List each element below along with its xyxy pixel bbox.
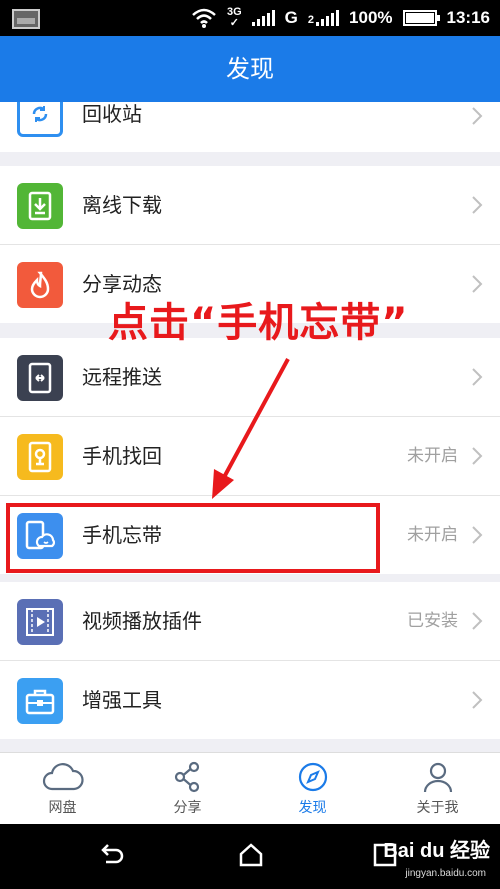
- cloud-icon: [42, 763, 84, 791]
- bottom-nav: 网盘 分享 发现 关于我: [0, 752, 500, 824]
- status-bar: 3G ✓ G 2 100% 13:16: [0, 0, 500, 36]
- network-3g-indicator: 3G ✓: [226, 6, 242, 29]
- signal-icon-2: [316, 10, 340, 26]
- clock: 13:16: [446, 8, 490, 27]
- chevron-right-icon: [472, 275, 483, 293]
- video-play-icon: [17, 599, 63, 645]
- user-icon: [423, 762, 452, 793]
- chevron-right-icon: [472, 107, 483, 125]
- nav-tab-netdisk[interactable]: 网盘: [0, 753, 125, 824]
- nav-label-share: 分享: [173, 800, 202, 816]
- recycle-bin-label: 回收站: [82, 102, 142, 126]
- compass-icon: [298, 762, 327, 792]
- list-item-recycle-bin[interactable]: 回收站: [0, 102, 500, 152]
- nav-tab-about-me[interactable]: 关于我: [375, 753, 500, 824]
- chevron-right-icon: [472, 196, 483, 214]
- nav-tab-share[interactable]: 分享: [125, 753, 250, 824]
- flame-icon: [17, 262, 63, 308]
- chevron-right-icon: [472, 368, 483, 386]
- nav-tab-discover[interactable]: 发现: [250, 753, 375, 824]
- annotation-text: 点击“手机忘带”: [108, 300, 409, 346]
- video-plugin-label: 视频播放插件: [82, 609, 202, 633]
- page-title: 发现: [0, 36, 500, 102]
- list-item-enhance-tools[interactable]: 增强工具: [0, 661, 500, 739]
- image-notification-icon: [12, 9, 40, 29]
- chevron-right-icon: [472, 447, 483, 465]
- system-nav-bar: Bai du 经验 jingyan.baidu.com: [0, 824, 500, 889]
- watermark-url: jingyan.baidu.com: [405, 868, 486, 879]
- nav-label-discover: 发现: [298, 800, 327, 816]
- phone-forgotten-status: 未开启: [407, 525, 458, 545]
- chevron-right-icon: [472, 526, 483, 544]
- offline-download-label: 离线下载: [82, 193, 162, 217]
- nav-label-about-me: 关于我: [416, 800, 459, 816]
- sim2-label: 2: [307, 14, 315, 26]
- phone-locate-status: 未开启: [407, 446, 458, 466]
- back-icon[interactable]: [98, 842, 126, 868]
- offline-download-icon: [17, 183, 63, 229]
- video-plugin-status: 已安装: [407, 611, 458, 631]
- phone-locate-label: 手机找回: [82, 444, 162, 468]
- annotation-highlight-box: [6, 503, 380, 573]
- share-icon: [174, 761, 199, 793]
- signal-icon: [251, 10, 275, 26]
- network-g-label: G: [284, 8, 298, 27]
- chevron-right-icon: [472, 612, 483, 630]
- chevron-right-icon: [472, 691, 483, 709]
- recycle-bin-icon: [17, 102, 63, 137]
- baidu-jingyan-watermark: Bai du 经验: [383, 840, 490, 862]
- list-item-offline-download[interactable]: 离线下载: [0, 166, 500, 244]
- nav-label-netdisk: 网盘: [48, 800, 77, 816]
- wifi-icon: [192, 8, 216, 28]
- annotation-arrow: [212, 358, 290, 499]
- toolbox-icon: [17, 678, 63, 724]
- battery-percent: 100%: [349, 8, 393, 27]
- remote-push-label: 远程推送: [82, 365, 162, 389]
- remote-push-icon: [17, 355, 63, 401]
- phone-locate-icon: [17, 434, 63, 480]
- battery-icon: [402, 10, 440, 26]
- enhance-tools-label: 增强工具: [82, 688, 162, 712]
- home-icon[interactable]: [237, 842, 265, 868]
- list-item-video-plugin[interactable]: 视频播放插件 已安装: [0, 582, 500, 660]
